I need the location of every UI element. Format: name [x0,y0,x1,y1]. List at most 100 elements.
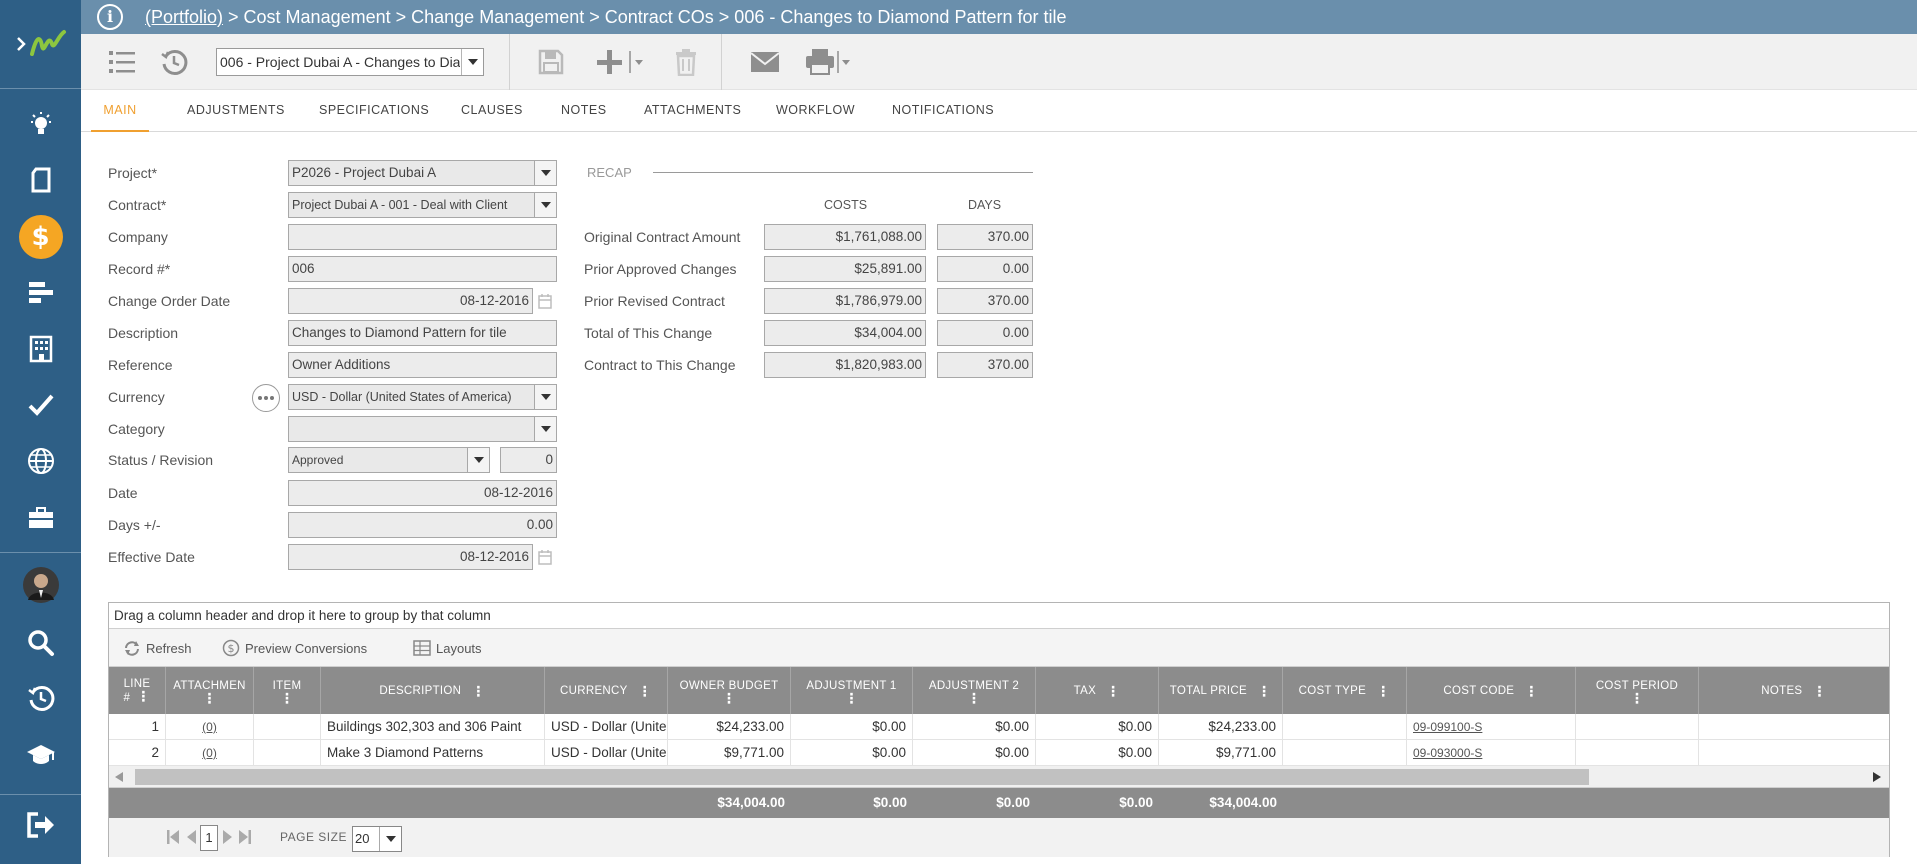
history-button[interactable] [159,46,189,78]
tab-specifications[interactable]: SPECIFICATIONS [319,90,429,132]
nav-buildings[interactable] [0,324,81,374]
tab-clauses[interactable]: CLAUSES [461,90,523,132]
days-field[interactable]: 0.00 [288,512,557,538]
currency-select[interactable]: USD - Dollar (United States of America) [288,384,557,410]
col-cost-period[interactable]: COST PERIOD ⋮ [1576,667,1699,714]
last-page-icon[interactable] [239,829,251,845]
column-menu-icon[interactable]: ⋮ [638,684,652,698]
cost-code-link[interactable]: 09-093000-S [1413,746,1482,760]
chevron-down-icon[interactable] [534,385,556,409]
col-adjustment-2[interactable]: ADJUSTMENT 2 ⋮ [913,667,1036,714]
column-menu-icon[interactable]: ⋮ [1257,684,1271,698]
breadcrumb-portfolio-link[interactable]: (Portfolio) [145,7,223,27]
tab-attachments[interactable]: ATTACHMENTS [644,90,741,132]
column-menu-icon[interactable]: ⋮ [1524,684,1538,698]
chevron-down-icon[interactable] [379,827,401,851]
record-selector[interactable]: 006 - Project Dubai A - Changes to Diamo… [216,48,484,76]
nav-logout[interactable] [0,800,81,850]
reference-field[interactable]: Owner Additions [288,352,557,378]
change-order-date-field[interactable]: 08-12-2016 [288,288,533,314]
company-field[interactable] [288,224,557,250]
nav-cost[interactable]: $ [0,212,81,262]
contract-select[interactable]: Project Dubai A - 001 - Deal with Client [288,192,557,218]
description-field[interactable]: Changes to Diamond Pattern for tile [288,320,557,346]
column-menu-icon[interactable]: ⋮ [1376,684,1390,698]
col-owner-budget[interactable]: OWNER BUDGET ⋮ [668,667,791,714]
nav-training[interactable] [0,729,81,779]
save-button[interactable] [536,46,566,78]
col-tax[interactable]: TAX ⋮ [1036,667,1159,714]
attachments-link[interactable]: (0) [202,720,217,734]
list-view-button[interactable] [107,46,137,78]
revision-field[interactable]: 0 [500,447,557,473]
column-menu-icon[interactable]: ⋮ [967,691,981,705]
horizontal-scrollbar[interactable] [109,766,1889,788]
refresh-button[interactable]: Refresh [123,629,192,667]
category-select[interactable] [288,416,557,442]
next-page-icon[interactable] [223,829,233,845]
tab-adjustments[interactable]: ADJUSTMENTS [187,90,285,132]
column-menu-icon[interactable]: ⋮ [1106,684,1120,698]
column-menu-icon[interactable]: ⋮ [280,691,294,705]
nav-globe[interactable] [0,436,81,486]
col-cost-code[interactable]: COST CODE ⋮ [1407,667,1576,714]
column-menu-icon[interactable]: ⋮ [1812,684,1826,698]
chevron-down-icon[interactable] [534,417,556,441]
record-number-field[interactable]: 006 [288,256,557,282]
delete-button[interactable] [671,46,701,78]
table-row[interactable]: 2 (0) Make 3 Diamond Patterns USD - Doll… [109,740,1889,766]
column-menu-icon[interactable]: ⋮ [136,689,150,705]
chevron-down-icon[interactable] [467,448,489,472]
project-select[interactable]: P2026 - Project Dubai A [288,160,557,186]
nav-search[interactable] [0,618,81,668]
print-button[interactable] [803,46,857,78]
nav-history[interactable] [0,673,81,723]
current-page-field[interactable]: 1 [200,825,218,851]
user-avatar[interactable] [0,560,81,610]
scroll-left-icon[interactable] [115,772,123,782]
col-item[interactable]: ITEM ⋮ [254,667,321,714]
tab-notifications[interactable]: NOTIFICATIONS [892,90,994,132]
effective-date-field[interactable]: 08-12-2016 [288,544,533,570]
col-cost-type[interactable]: COST TYPE ⋮ [1283,667,1407,714]
chevron-down-icon[interactable] [534,161,556,185]
currency-options-button[interactable] [252,384,280,412]
col-currency[interactable]: CURRENCY ⋮ [545,667,668,714]
first-page-icon[interactable] [167,829,179,845]
chevron-down-icon[interactable] [534,193,556,217]
column-menu-icon[interactable]: ⋮ [202,691,216,705]
page-size-select[interactable]: 20 [352,826,402,852]
tab-notes[interactable]: NOTES [561,90,607,132]
group-by-drop-zone[interactable]: Drag a column header and drop it here to… [109,603,1889,629]
attachments-link[interactable]: (0) [202,746,217,760]
column-menu-icon[interactable]: ⋮ [844,691,858,705]
calendar-icon[interactable] [538,293,552,309]
column-menu-icon[interactable]: ⋮ [1630,691,1644,705]
column-menu-icon[interactable]: ⋮ [471,684,485,698]
col-line[interactable]: LINE # ⋮ [109,667,166,714]
tab-main[interactable]: MAIN [91,90,149,132]
chevron-down-icon[interactable] [461,49,483,75]
column-menu-icon[interactable]: ⋮ [722,691,736,705]
col-description[interactable]: DESCRIPTION ⋮ [321,667,545,714]
scrollbar-thumb[interactable] [135,769,1589,785]
col-notes[interactable]: NOTES ⋮ [1699,667,1889,714]
tab-workflow[interactable]: WORKFLOW [776,90,855,132]
nav-ideas[interactable] [0,100,81,150]
add-button[interactable] [596,46,652,78]
layouts-button[interactable]: Layouts [413,629,482,667]
nav-documents[interactable] [0,155,81,205]
nav-portfolio[interactable] [0,493,81,543]
col-attachments[interactable]: ATTACHMEN ⋮ [166,667,254,714]
table-row[interactable]: 1 (0) Buildings 302,303 and 306 Paint US… [109,714,1889,740]
date-field[interactable]: 08-12-2016 [288,480,557,506]
calendar-icon[interactable] [538,549,552,565]
info-icon[interactable]: i [97,4,123,30]
previous-page-icon[interactable] [186,829,196,845]
scroll-right-icon[interactable] [1873,772,1881,782]
email-button[interactable] [749,46,781,78]
status-select[interactable]: Approved [288,447,490,473]
app-logo[interactable] [0,0,81,88]
nav-tasks[interactable] [0,380,81,430]
col-total-price[interactable]: TOTAL PRICE ⋮ [1159,667,1283,714]
